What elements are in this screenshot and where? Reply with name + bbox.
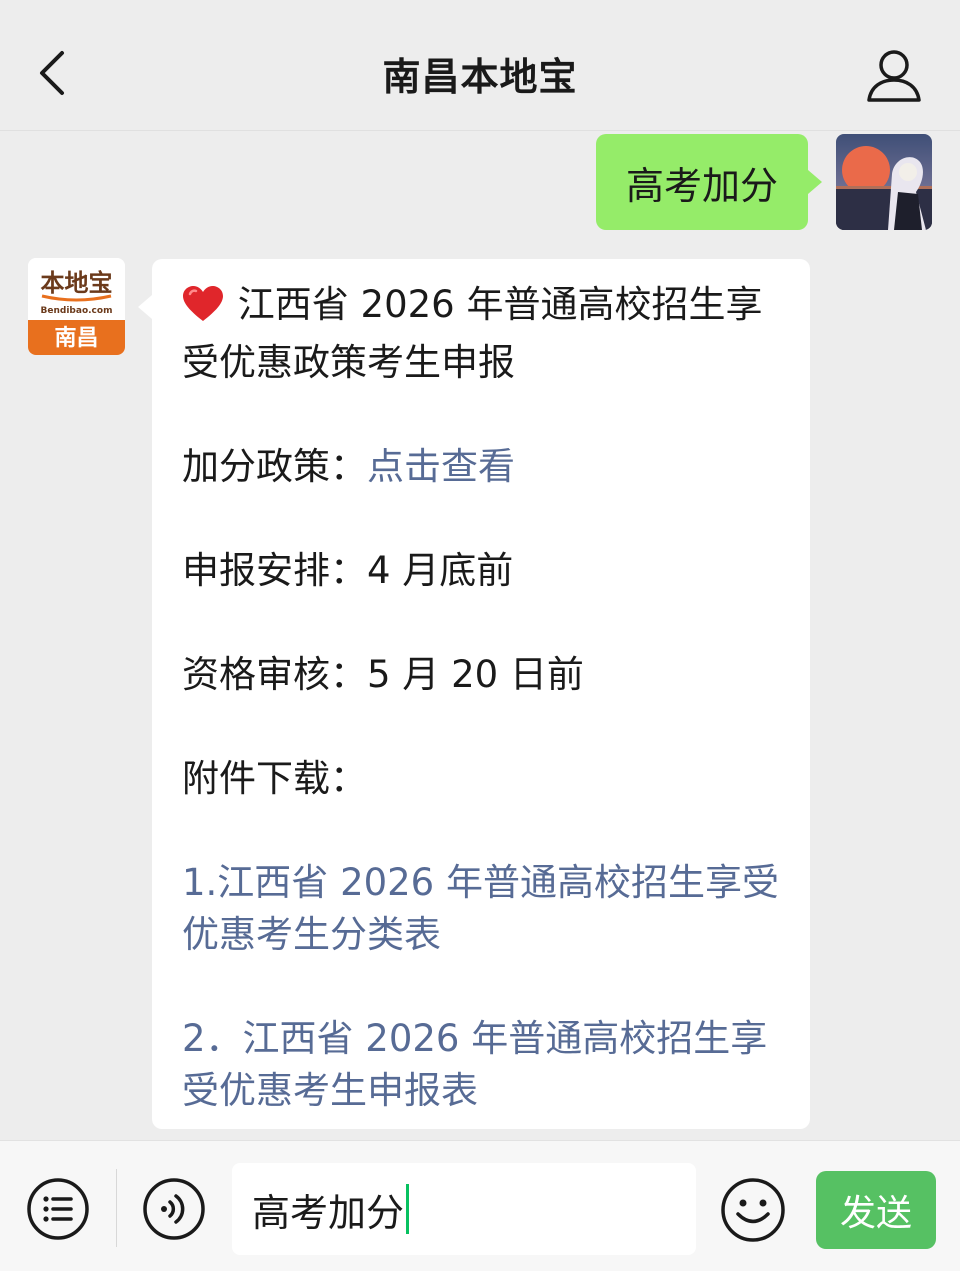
heart-icon	[182, 285, 226, 337]
logo-city: 南昌	[54, 326, 98, 351]
policy-label: 加分政策：	[182, 445, 367, 488]
schedule-line: 申报安排：4 月底前	[182, 549, 514, 592]
attachment-link-1[interactable]: 1.江西省 2026 年普通高校招生享受优惠考生分类表	[182, 857, 784, 961]
profile-button[interactable]	[862, 44, 926, 108]
bot-message-bubble: 江西省 2026 年普通高校招生享受优惠政策考生申报 加分政策：点击查看 申报安…	[138, 259, 810, 1129]
policy-link[interactable]: 点击查看	[367, 445, 515, 488]
review-line: 资格审核：5 月 20 日前	[182, 653, 584, 696]
user-avatar[interactable]	[836, 134, 932, 230]
message-input-value: 高考加分	[252, 1190, 405, 1235]
official-account-avatar[interactable]: 本地宝 Bendibao.com 南昌	[28, 258, 125, 355]
send-button[interactable]: 发送	[816, 1171, 936, 1249]
message-headline: 江西省 2026 年普通高校招生享受优惠政策考生申报	[182, 279, 784, 389]
user-icon	[867, 50, 921, 102]
message-title: 江西省 2026 年普通高校招生享受优惠政策考生申报	[182, 283, 763, 384]
sunset-avatar-image	[836, 134, 932, 230]
smiley-icon	[721, 1178, 785, 1242]
voice-icon	[143, 1178, 205, 1240]
user-message-text: 高考加分	[625, 163, 778, 208]
bendibao-logo: 本地宝 Bendibao.com 南昌	[28, 258, 125, 355]
policy-line: 加分政策：点击查看	[182, 441, 784, 493]
list-menu-icon	[27, 1178, 89, 1240]
menu-toggle-button[interactable]	[26, 1177, 90, 1241]
emoji-button[interactable]	[720, 1177, 786, 1243]
message-input[interactable]: 高考加分	[232, 1163, 696, 1255]
attachments-label: 附件下载：	[182, 757, 367, 800]
toolbar-divider	[116, 1169, 117, 1247]
attachment-link-2[interactable]: 2．江西省 2026 年普通高校招生享受优惠考生申报表	[182, 1013, 784, 1117]
logo-title: 本地宝	[41, 269, 113, 297]
user-message-bubble[interactable]: 高考加分	[595, 134, 823, 230]
composer-bar: 高考加分 发送	[0, 1140, 960, 1271]
logo-subtitle: Bendibao.com	[41, 306, 113, 316]
text-caret	[406, 1184, 410, 1234]
page-title: 南昌本地宝	[382, 55, 578, 99]
voice-input-button[interactable]	[142, 1177, 206, 1241]
top-bar: 南昌本地宝	[0, 0, 960, 131]
